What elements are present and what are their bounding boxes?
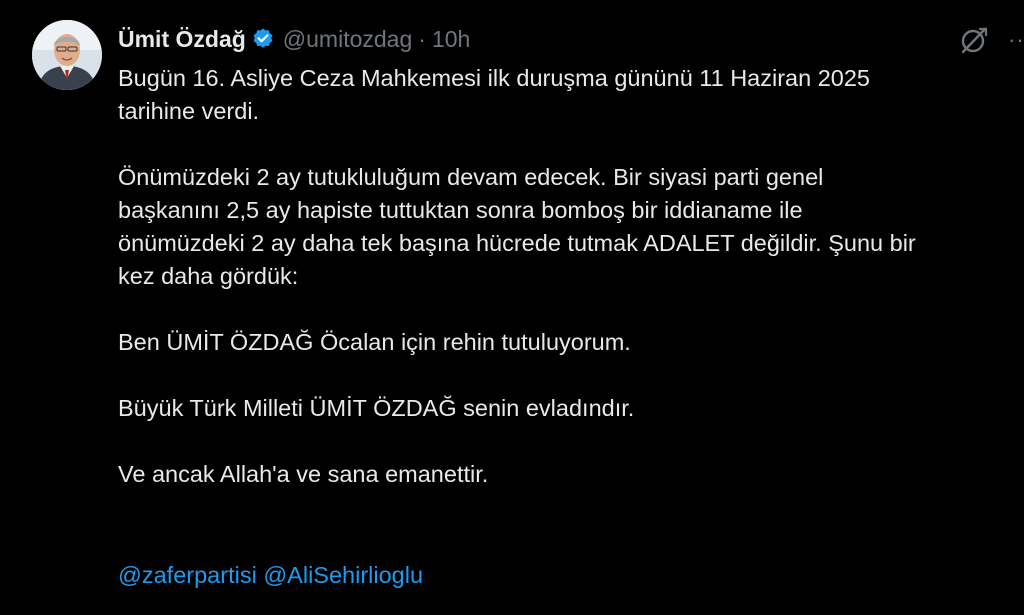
text-line: Ve ancak Allah'a ve sana emanettir. (118, 461, 489, 487)
avatar-photo (32, 20, 102, 90)
text-line: kez daha gördük: (118, 263, 299, 289)
text-line: Ben ÜMİT ÖZDAĞ Öcalan için rehin tutuluy… (118, 329, 631, 355)
text-line: başkanını 2,5 ay hapiste tuttuktan sonra… (118, 197, 803, 223)
separator-dot: · (418, 25, 426, 52)
verified-badge-icon[interactable] (251, 27, 275, 51)
tweet-text: Bugün 16. Asliye Ceza Mahkemesi ilk duru… (118, 62, 1024, 491)
tweet-header: Ümit Özdağ @umitozdag · 10h (118, 22, 470, 56)
text-line: tarihine verdi. (118, 98, 260, 124)
display-name[interactable]: Ümit Özdağ (118, 26, 246, 53)
timestamp[interactable]: 10h (432, 26, 470, 53)
text-line: Bugün 16. Asliye Ceza Mahkemesi ilk duru… (118, 65, 870, 91)
more-options-icon[interactable]: ·· (1008, 29, 1024, 51)
tweet[interactable]: Ümit Özdağ @umitozdag · 10h ·· Bugün 16.… (0, 0, 1024, 615)
mention-link[interactable]: @AliSehirlioglu (263, 562, 423, 588)
grok-icon[interactable] (958, 24, 990, 56)
text-line: Büyük Türk Milleti ÜMİT ÖZDAĞ senin evla… (118, 395, 635, 421)
avatar[interactable] (32, 20, 102, 90)
text-line: Önümüzdeki 2 ay tutukluluğum devam edece… (118, 164, 824, 190)
mention-link[interactable]: @zaferpartisi (118, 562, 257, 588)
text-line: önümüzdeki 2 ay daha tek başına hücrede … (118, 230, 916, 256)
mentions: @zaferpartisi @AliSehirlioglu (118, 559, 423, 592)
handle[interactable]: @umitozdag (283, 26, 412, 53)
